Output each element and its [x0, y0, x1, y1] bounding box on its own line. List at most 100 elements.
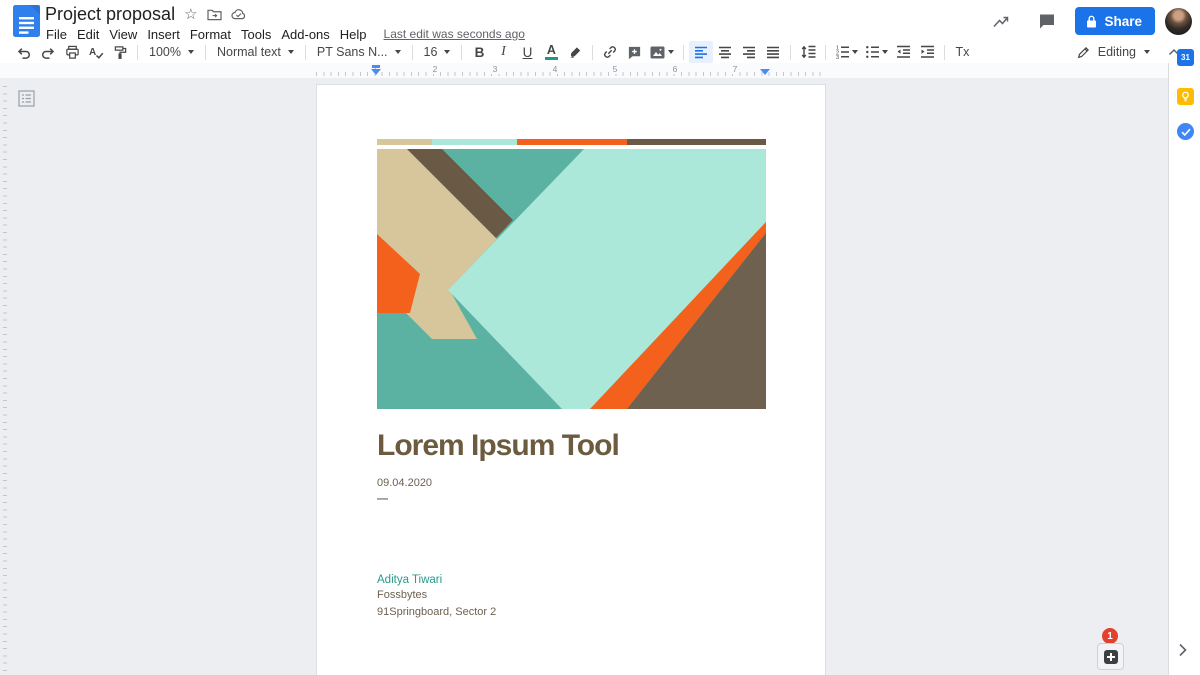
document-page[interactable]: Lorem Ipsum Tool 09.04.2020 — Aditya Tiw… [316, 84, 826, 675]
mode-label: Editing [1098, 45, 1136, 59]
chevron-down-icon [444, 50, 450, 54]
right-indent-marker[interactable] [760, 69, 770, 75]
align-justify-button[interactable] [761, 41, 785, 63]
avatar[interactable] [1165, 8, 1192, 35]
paragraph-style-dropdown[interactable]: Normal text [211, 41, 300, 63]
last-edit-link[interactable]: Last edit was seconds ago [384, 27, 525, 41]
line-spacing-button[interactable] [796, 41, 820, 63]
show-side-panel-button[interactable] [1178, 643, 1187, 662]
toolbar-divider [137, 45, 138, 60]
pencil-icon [1077, 46, 1090, 59]
menu-addons[interactable]: Add-ons [276, 27, 334, 42]
toolbar-divider [944, 45, 945, 60]
toolbar-divider [683, 45, 684, 60]
ruler-number: 7 [731, 64, 740, 74]
ruler-number: 4 [551, 64, 560, 74]
font-dropdown[interactable]: PT Sans N... [311, 41, 407, 63]
toolbar-divider [790, 45, 791, 60]
toolbar-divider [592, 45, 593, 60]
toolbar-divider [825, 45, 826, 60]
insert-link-button[interactable] [598, 41, 622, 63]
svg-text:3: 3 [836, 55, 839, 59]
doc-date[interactable]: 09.04.2020 [377, 477, 432, 489]
star-icon[interactable]: ☆ [184, 7, 197, 22]
doc-dash[interactable]: — [377, 493, 388, 505]
toolbar: A 100% Normal text PT Sans N... 16 B I U… [0, 41, 1200, 63]
lock-icon [1086, 15, 1097, 28]
plus-icon [1104, 650, 1118, 664]
zoom-dropdown[interactable]: 100% [143, 41, 200, 63]
cloud-status-icon[interactable] [231, 8, 247, 20]
menu-file[interactable]: File [45, 27, 72, 42]
decrease-indent-button[interactable] [891, 41, 915, 63]
document-title[interactable]: Project proposal [45, 4, 175, 24]
vertical-ruler[interactable] [3, 86, 7, 675]
tasks-icon[interactable] [1177, 123, 1194, 140]
add-comment-button[interactable] [622, 41, 646, 63]
chevron-down-icon [288, 50, 294, 54]
underline-button[interactable]: U [515, 41, 539, 63]
chevron-down-icon [668, 50, 674, 54]
editing-mode-dropdown[interactable]: Editing [1069, 41, 1158, 63]
undo-button[interactable] [12, 41, 36, 63]
doc-address[interactable]: 91Springboard, Sector 2 [377, 606, 496, 618]
menu-edit[interactable]: Edit [72, 27, 104, 42]
highlight-color-button[interactable] [563, 41, 587, 63]
menu-tools[interactable]: Tools [236, 27, 276, 42]
align-left-button[interactable] [689, 41, 713, 63]
horizontal-ruler[interactable]: 1 2 3 4 5 6 7 [0, 63, 1168, 78]
font-size-value: 16 [424, 45, 438, 59]
extension-button[interactable] [1097, 643, 1124, 670]
print-button[interactable] [60, 41, 84, 63]
numbered-list-button[interactable]: 123 [831, 41, 861, 63]
activity-dashboard-icon[interactable] [983, 8, 1019, 34]
menu-help[interactable]: Help [335, 27, 372, 42]
chevron-down-icon [395, 50, 401, 54]
align-right-button[interactable] [737, 41, 761, 63]
ruler-number: 6 [671, 64, 680, 74]
ruler-number: 2 [431, 64, 440, 74]
toolbar-divider [305, 45, 306, 60]
header: Project proposal ☆ File Edit View [0, 0, 1200, 41]
increase-indent-button[interactable] [915, 41, 939, 63]
bold-button[interactable]: B [467, 41, 491, 63]
font-size-dropdown[interactable]: 16 [418, 41, 457, 63]
insert-image-button[interactable] [646, 41, 678, 63]
doc-company[interactable]: Fossbytes [377, 589, 427, 601]
redo-button[interactable] [36, 41, 60, 63]
paint-format-button[interactable] [108, 41, 132, 63]
menu-view[interactable]: View [104, 27, 142, 42]
docs-logo-icon[interactable] [13, 5, 40, 37]
calendar-icon[interactable]: 31 [1177, 49, 1194, 66]
share-button[interactable]: Share [1075, 7, 1155, 35]
doc-author[interactable]: Aditya Tiwari [377, 574, 442, 586]
cover-image[interactable] [377, 149, 766, 409]
align-center-button[interactable] [713, 41, 737, 63]
zoom-value: 100% [149, 45, 181, 59]
keep-icon[interactable] [1177, 88, 1194, 105]
move-folder-icon[interactable] [207, 8, 222, 21]
menu-format[interactable]: Format [185, 27, 236, 42]
doc-heading[interactable]: Lorem Ipsum Tool [377, 429, 619, 463]
stripe-mint [432, 139, 517, 145]
menu-insert[interactable]: Insert [142, 27, 185, 42]
stripe-brown [627, 139, 766, 145]
bulleted-list-button[interactable] [861, 41, 891, 63]
notification-badge[interactable]: 1 [1102, 628, 1118, 644]
comments-icon[interactable] [1029, 8, 1065, 34]
first-line-indent-marker[interactable] [372, 65, 380, 68]
spellcheck-button[interactable]: A [84, 41, 108, 63]
left-indent-marker[interactable] [371, 69, 381, 75]
menu-bar: File Edit View Insert Format Tools Add-o… [45, 26, 525, 42]
document-outline-button[interactable] [18, 90, 35, 107]
italic-button[interactable]: I [491, 41, 515, 63]
chevron-down-icon [188, 50, 194, 54]
clear-formatting-button[interactable]: Tx [950, 41, 974, 63]
share-label: Share [1104, 14, 1142, 29]
text-color-letter: A [547, 44, 556, 57]
chevron-down-icon [882, 50, 888, 54]
color-stripe-image[interactable] [377, 132, 766, 138]
text-color-button[interactable]: A [539, 41, 563, 63]
text-color-swatch [545, 57, 558, 60]
document-canvas: Lorem Ipsum Tool 09.04.2020 — Aditya Tiw… [0, 78, 1168, 675]
